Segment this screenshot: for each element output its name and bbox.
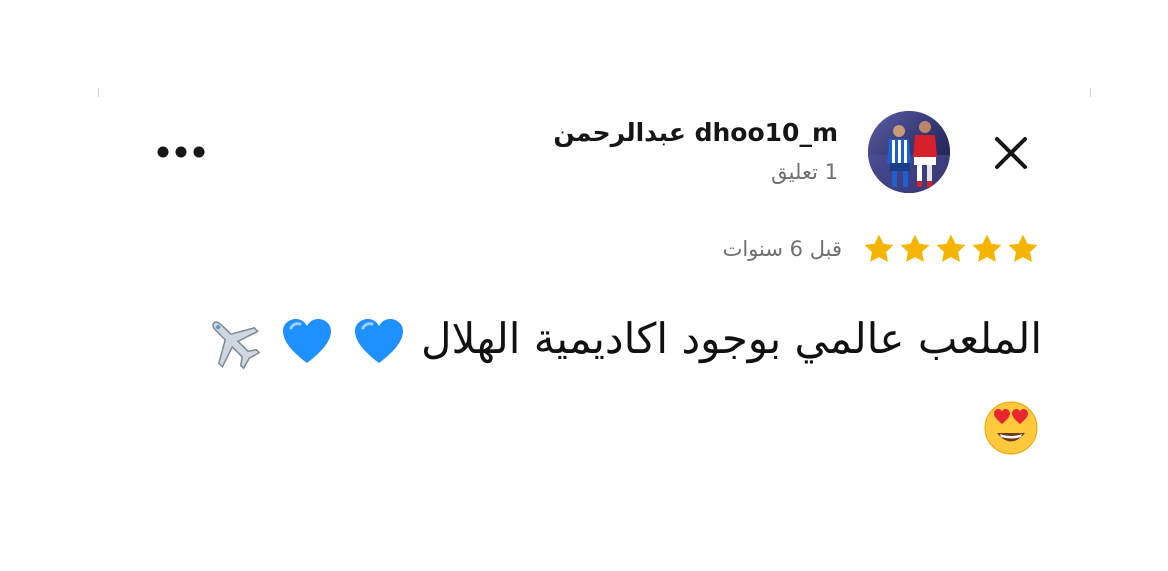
more-horizontal-icon bbox=[157, 146, 205, 158]
close-icon bbox=[995, 137, 1027, 169]
star-icon bbox=[972, 234, 1002, 262]
rating-row: قبل 6 سنوات bbox=[620, 232, 1040, 266]
review-text-content: الملعب عالمي بوجود اكاديمية الهلال bbox=[421, 314, 1042, 363]
review-text: الملعب عالمي بوجود اكاديمية الهلال bbox=[150, 296, 1042, 468]
avatar-image bbox=[868, 111, 950, 193]
star-icon bbox=[936, 234, 966, 262]
reviewer-info: dhoo10_m عبدالرحمن 1 تعليق bbox=[500, 113, 838, 189]
star-icon bbox=[864, 234, 894, 262]
corner-tick bbox=[98, 88, 99, 97]
blue-heart-icon bbox=[283, 319, 332, 363]
star-icon bbox=[900, 234, 930, 262]
star-icon bbox=[1008, 234, 1038, 262]
heart-eyes-emoji-icon bbox=[984, 401, 1038, 455]
star-rating bbox=[862, 232, 1040, 266]
blue-heart-icon bbox=[354, 319, 403, 363]
username[interactable]: dhoo10_m عبدالرحمن bbox=[500, 113, 838, 153]
airplane-icon bbox=[212, 321, 261, 370]
comment-count: 1 تعليق bbox=[771, 160, 838, 184]
corner-tick bbox=[1090, 88, 1091, 97]
review-sheet: dhoo10_m عبدالرحمن 1 تعليق قبل 6 سنوات ا… bbox=[0, 0, 1168, 571]
more-options-button[interactable] bbox=[155, 136, 207, 168]
avatar[interactable] bbox=[868, 111, 950, 193]
close-button[interactable] bbox=[988, 130, 1034, 176]
review-time: قبل 6 سنوات bbox=[722, 237, 842, 261]
